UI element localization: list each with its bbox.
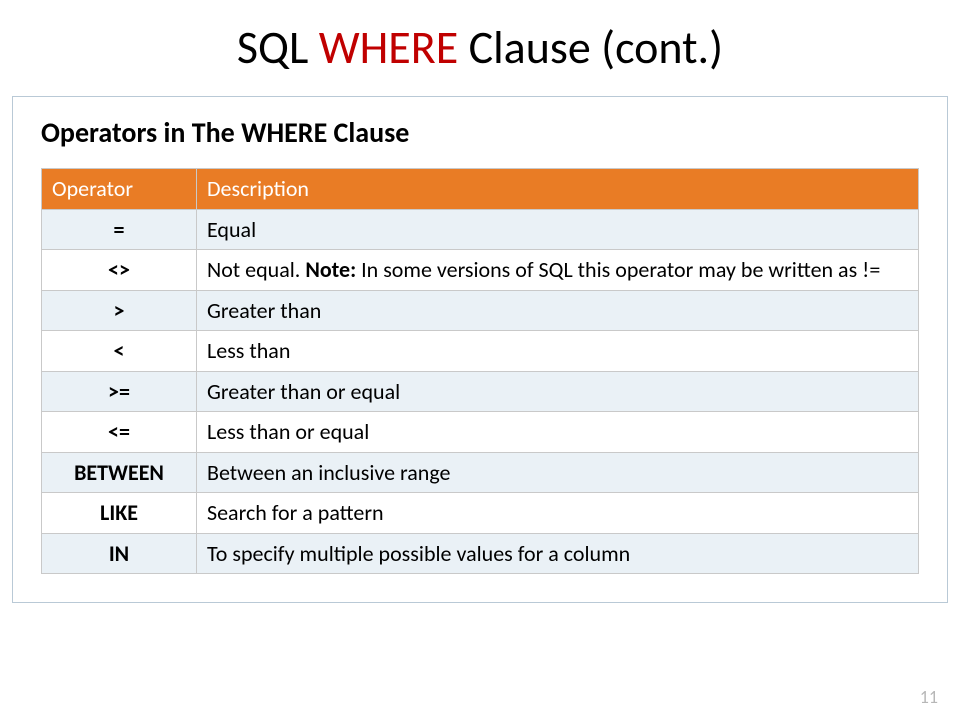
description-cell: To specify multiple possible values for … bbox=[197, 533, 919, 574]
page-number: 11 bbox=[920, 686, 938, 708]
description-cell: Equal bbox=[197, 209, 919, 250]
description-cell: Less than or equal bbox=[197, 412, 919, 453]
note-label: Note: bbox=[305, 256, 356, 283]
table-row: IN To specify multiple possible values f… bbox=[42, 533, 919, 574]
subheading: Operators in The WHERE Clause bbox=[41, 115, 919, 150]
operator-cell: LIKE bbox=[42, 493, 197, 534]
content-box: Operators in The WHERE Clause Operator D… bbox=[12, 96, 948, 603]
slide-title: SQL WHERE Clause (cont.) bbox=[0, 20, 960, 76]
operator-cell: IN bbox=[42, 533, 197, 574]
description-cell: Greater than or equal bbox=[197, 371, 919, 412]
table-row: BETWEEN Between an inclusive range bbox=[42, 452, 919, 493]
operator-cell: > bbox=[42, 290, 197, 331]
table-row: > Greater than bbox=[42, 290, 919, 331]
table-row: < Less than bbox=[42, 331, 919, 372]
description-cell: Not equal. Note: In some versions of SQL… bbox=[197, 250, 919, 291]
table-row: LIKE Search for a pattern bbox=[42, 493, 919, 534]
description-cell: Search for a pattern bbox=[197, 493, 919, 534]
table-row: <= Less than or equal bbox=[42, 412, 919, 453]
title-part1: SQL bbox=[237, 20, 319, 76]
title-part2: Clause (cont.) bbox=[458, 20, 723, 76]
table-row: >= Greater than or equal bbox=[42, 371, 919, 412]
header-description: Description bbox=[197, 169, 919, 210]
operator-cell: BETWEEN bbox=[42, 452, 197, 493]
operator-cell: = bbox=[42, 209, 197, 250]
operator-cell: <= bbox=[42, 412, 197, 453]
operator-cell: <> bbox=[42, 250, 197, 291]
description-cell: Greater than bbox=[197, 290, 919, 331]
table-row: <> Not equal. Note: In some versions of … bbox=[42, 250, 919, 291]
operator-cell: >= bbox=[42, 371, 197, 412]
operators-table: Operator Description = Equal <> Not equa… bbox=[41, 168, 919, 574]
title-highlight: WHERE bbox=[319, 20, 458, 76]
slide: SQL WHERE Clause (cont.) Operators in Th… bbox=[0, 0, 960, 720]
desc-pre: Not equal. bbox=[207, 256, 305, 283]
table-row: = Equal bbox=[42, 209, 919, 250]
header-operator: Operator bbox=[42, 169, 197, 210]
desc-post: In some versions of SQL this operator ma… bbox=[356, 256, 880, 283]
description-cell: Less than bbox=[197, 331, 919, 372]
operator-cell: < bbox=[42, 331, 197, 372]
description-cell: Between an inclusive range bbox=[197, 452, 919, 493]
table-header-row: Operator Description bbox=[42, 169, 919, 210]
